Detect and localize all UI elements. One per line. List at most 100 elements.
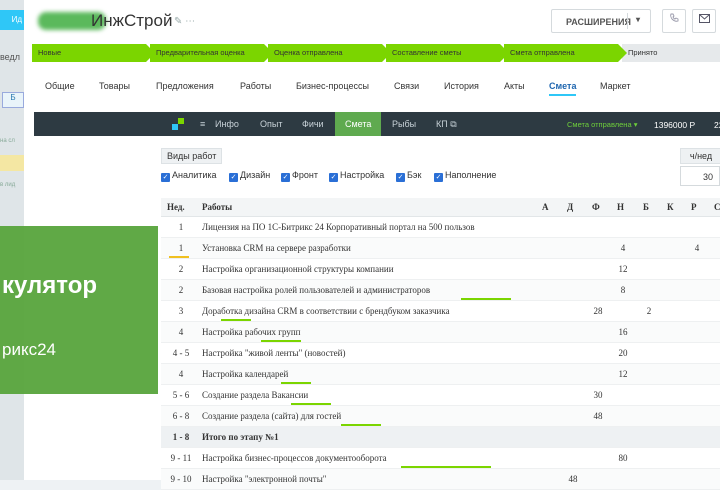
app-tab-features[interactable]: Фичи <box>302 119 324 129</box>
table-row[interactable]: 3 Доработка дизайна CRM в соответствии с… <box>161 301 720 322</box>
extensions-label: РАСШИРЕНИЯ <box>566 17 631 27</box>
column-d[interactable]: Д <box>567 202 573 212</box>
cell-work: Создание раздела (сайта) для гостей <box>202 411 342 421</box>
app-tab-kp[interactable]: КП ⧉ <box>436 119 457 130</box>
cell-week: 5 - 6 <box>172 390 190 400</box>
column-a[interactable]: А <box>542 202 549 212</box>
checkbox-design[interactable]: ✓ Дизайн <box>229 170 270 182</box>
edit-icon[interactable]: ✎ ⋯ <box>174 16 195 27</box>
stage-compiling-estimate[interactable]: Составление сметы <box>386 44 509 62</box>
table-row[interactable]: 5 - 6 Создание раздела Вакансии 30 <box>161 385 720 406</box>
column-f[interactable]: Ф <box>592 202 600 212</box>
app-tab-experience[interactable]: Опыт <box>260 119 282 129</box>
table-row[interactable]: 9 - 11 Настройка бизнес-процессов докуме… <box>161 448 720 469</box>
table-row-total[interactable]: 1 - 8 Итого по этапу №1 <box>161 427 720 448</box>
checkbox-check-icon: ✓ <box>396 173 405 182</box>
cell-work: Настройка календарей <box>202 369 289 379</box>
category-marker <box>401 466 491 468</box>
table-row[interactable]: 2 Базовая настройка ролей пользователей … <box>161 280 720 301</box>
checkbox-backend[interactable]: ✓ Бэк <box>396 170 421 182</box>
extensions-button[interactable]: РАСШИРЕНИЯ ▾ <box>551 9 651 33</box>
tab-business-processes[interactable]: Бизнес-процессы <box>296 81 369 91</box>
tab-history[interactable]: История <box>444 81 479 91</box>
cell-f: 28 <box>593 306 603 316</box>
stage-accepted[interactable]: Принято <box>622 44 720 62</box>
checkbox-content[interactable]: ✓ Наполнение <box>434 170 496 182</box>
table-row[interactable]: 6 - 8 Создание раздела (сайта) для госте… <box>161 406 720 427</box>
hours-per-week-input[interactable]: 30 <box>680 166 720 186</box>
cell-n: 16 <box>618 327 628 337</box>
checkbox-check-icon: ✓ <box>329 173 338 182</box>
background-box[interactable]: Б <box>2 92 24 108</box>
table-row[interactable]: 4 - 5 Настройка "живой ленты" (новостей)… <box>161 343 720 364</box>
background-small-text-2: в лид <box>0 182 16 188</box>
column-works[interactable]: Работы <box>202 202 232 212</box>
column-n[interactable]: Н <box>617 202 624 212</box>
deal-title: ИнжСтрой <box>91 11 173 30</box>
cell-week: 4 <box>178 327 184 337</box>
cell-n: 12 <box>618 369 628 379</box>
status-dropdown[interactable]: Смета отправлена ▾ <box>567 120 637 129</box>
promo-title: кулятор <box>2 272 98 299</box>
cell-work: Настройка "электронной почты" <box>202 474 327 484</box>
cell-f: 30 <box>593 390 603 400</box>
stage-estimate-sent-2[interactable]: Смета отправлена <box>504 44 627 62</box>
cell-n: 80 <box>618 453 628 463</box>
table-row[interactable]: 4 Настройка календарей 12 <box>161 364 720 385</box>
cell-work: Настройка рабочих групп <box>202 327 301 337</box>
table-row[interactable]: 2 Настройка организационной структуры ко… <box>161 259 720 280</box>
checkbox-analytics[interactable]: ✓ Аналитика <box>161 170 217 182</box>
mail-icon[interactable] <box>692 9 716 33</box>
tab-market[interactable]: Маркет <box>600 81 630 91</box>
cell-week: 1 - 8 <box>172 432 190 442</box>
app-logo-icon <box>172 118 184 130</box>
checkbox-check-icon: ✓ <box>229 173 238 182</box>
tab-works[interactable]: Работы <box>240 81 271 91</box>
checkbox-check-icon: ✓ <box>281 173 290 182</box>
work-types-label: Виды работ <box>161 148 223 164</box>
cell-week: 4 - 5 <box>172 348 190 358</box>
stage-estimate-sent[interactable]: Оценка отправлена <box>268 44 391 62</box>
cell-work: Итого по этапу №1 <box>202 432 279 442</box>
cell-week: 6 - 8 <box>172 411 190 421</box>
column-b[interactable]: Б <box>643 202 649 212</box>
cell-work: Настройка бизнес-процессов документообор… <box>202 453 387 463</box>
app-tab-info[interactable]: Инфо <box>215 119 239 129</box>
category-marker <box>291 403 331 405</box>
checkbox-check-icon: ✓ <box>434 173 443 182</box>
chevron-down-icon[interactable]: ▾ <box>636 15 640 24</box>
tab-offers[interactable]: Предложения <box>156 81 214 91</box>
table-row[interactable]: 1 Установка CRM на сервере разработки 4 … <box>161 238 720 259</box>
menu-icon[interactable]: ≡ <box>200 119 205 129</box>
total-price: 1396000 Р <box>654 120 696 130</box>
cell-work: Установка CRM на сервере разработки <box>202 243 351 253</box>
table-row[interactable]: 4 Настройка рабочих групп 16 <box>161 322 720 343</box>
tab-links[interactable]: Связи <box>394 81 419 91</box>
cell-work: Настройка "живой ленты" (новостей) <box>202 348 346 358</box>
app-tab-fish[interactable]: Рыбы <box>392 119 416 129</box>
background-tab-button[interactable]: Ид <box>0 10 24 30</box>
cell-r: 4 <box>694 243 700 253</box>
table-header: Нед. Работы А Д Ф Н Б К Р С <box>161 198 720 217</box>
category-marker <box>281 382 311 384</box>
stage-preliminary-estimate[interactable]: Предварительная оценка <box>150 44 273 62</box>
category-marker <box>461 298 511 300</box>
cell-week: 9 - 10 <box>170 474 192 484</box>
table-row[interactable]: 1 Лицензия на ПО 1С-Битрикс 24 Корпорати… <box>161 217 720 238</box>
checkbox-check-icon: ✓ <box>161 173 170 182</box>
column-week[interactable]: Нед. <box>167 202 185 212</box>
tab-acts[interactable]: Акты <box>504 81 525 91</box>
column-k[interactable]: К <box>667 202 674 212</box>
tab-general[interactable]: Общие <box>45 81 75 91</box>
tab-estimate[interactable]: Смета <box>549 81 577 96</box>
column-r[interactable]: Р <box>691 202 697 212</box>
checkbox-front[interactable]: ✓ Фронт <box>281 170 318 182</box>
app-tab-estimate[interactable]: Смета <box>335 112 382 136</box>
checkbox-setup[interactable]: ✓ Настройка <box>329 170 384 182</box>
cell-work: Доработка дизайна CRM в соответствии с б… <box>202 306 450 316</box>
column-s[interactable]: С <box>714 202 720 212</box>
cell-week: 1 <box>178 222 184 232</box>
phone-icon[interactable] <box>662 9 686 33</box>
tab-products[interactable]: Товары <box>99 81 130 91</box>
stage-new[interactable]: Новые <box>32 44 155 62</box>
